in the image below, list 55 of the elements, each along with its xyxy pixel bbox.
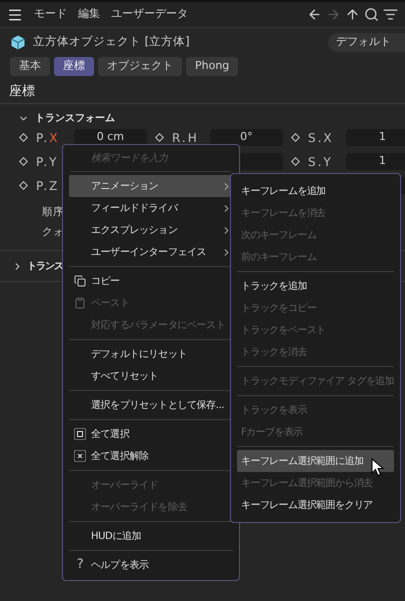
menu-item[interactable]: 選択をプリセットとして保存... bbox=[69, 394, 233, 416]
menu-item[interactable]: デフォルトにリセット bbox=[69, 343, 233, 365]
tab[interactable]: Phong bbox=[186, 57, 238, 76]
cube-icon bbox=[11, 34, 25, 50]
diamond-icon[interactable] bbox=[19, 133, 28, 142]
number-field[interactable]: 1 bbox=[346, 129, 405, 146]
menu-item[interactable]: 全て選択解除 bbox=[69, 445, 233, 467]
diamond-icon[interactable] bbox=[155, 133, 164, 142]
tab[interactable]: 基本 bbox=[10, 57, 50, 76]
parameter-label: R.H bbox=[172, 130, 200, 146]
object-title: 立方体オブジェクト [立方体] bbox=[33, 33, 191, 50]
menu-item[interactable]: フィールドドライバ bbox=[69, 197, 233, 219]
deselect-icon bbox=[74, 450, 86, 462]
group-title[interactable]: トランスフォーム bbox=[35, 110, 115, 126]
copy-icon bbox=[74, 275, 86, 287]
menu-item[interactable]: エクスプレッション bbox=[69, 219, 233, 241]
filter-icon[interactable] bbox=[383, 7, 398, 22]
parameter-label: P.Y bbox=[36, 154, 60, 170]
section-title: 座標 bbox=[8, 83, 36, 100]
menu-title[interactable]: 編集 bbox=[78, 6, 100, 23]
menu-title[interactable]: ユーザーデータ bbox=[111, 6, 188, 23]
search-icon[interactable] bbox=[364, 7, 379, 22]
parameter-label: クォ bbox=[42, 225, 64, 240]
clipboard-icon bbox=[74, 297, 86, 309]
menu-item[interactable]: トラックを追加 bbox=[237, 275, 394, 297]
number-field[interactable]: 1 bbox=[346, 153, 405, 170]
parameter-label: P.X bbox=[36, 130, 60, 146]
menu-title[interactable]: モード bbox=[34, 6, 67, 23]
menu-item[interactable]: HUDに追加 bbox=[69, 525, 233, 547]
number-field[interactable]: 0° bbox=[210, 129, 283, 146]
menu-item[interactable]: ユーザーインターフェイス bbox=[69, 241, 233, 263]
diamond-icon[interactable] bbox=[291, 157, 300, 166]
diamond-icon[interactable] bbox=[19, 157, 28, 166]
group-title[interactable]: トランス bbox=[27, 258, 63, 274]
tab[interactable]: オブジェクト bbox=[98, 57, 182, 76]
menu-item[interactable]: すべてリセット bbox=[69, 365, 233, 387]
diamond-icon[interactable] bbox=[19, 181, 28, 190]
menu-item[interactable]: キーフレーム選択範囲に追加 bbox=[237, 450, 394, 472]
mouse-cursor-icon bbox=[371, 458, 384, 477]
select-all-icon bbox=[74, 428, 86, 440]
menu-icon[interactable] bbox=[7, 6, 23, 22]
parameter-label: P.Z bbox=[36, 178, 60, 194]
menu-item[interactable]: キーフレームを追加 bbox=[237, 180, 394, 202]
menu-item[interactable]: 全て選択 bbox=[69, 423, 233, 445]
tab[interactable]: 座標 bbox=[54, 57, 94, 76]
help-glyph: ? bbox=[76, 556, 84, 574]
menu-item[interactable]: ? ヘルプを表示 bbox=[69, 554, 233, 576]
parameter-label: S.X bbox=[308, 130, 335, 146]
preset-dropdown[interactable]: デフォルト bbox=[328, 32, 405, 52]
parameter-label: 順序 bbox=[42, 205, 64, 220]
menu-item[interactable]: アニメーション bbox=[69, 175, 233, 197]
parameter-label: S.Y bbox=[308, 154, 334, 170]
menu-item[interactable]: コピー bbox=[69, 270, 233, 292]
diamond-icon[interactable] bbox=[291, 133, 300, 142]
menu-item[interactable]: キーフレーム選択範囲をクリア bbox=[237, 494, 394, 516]
